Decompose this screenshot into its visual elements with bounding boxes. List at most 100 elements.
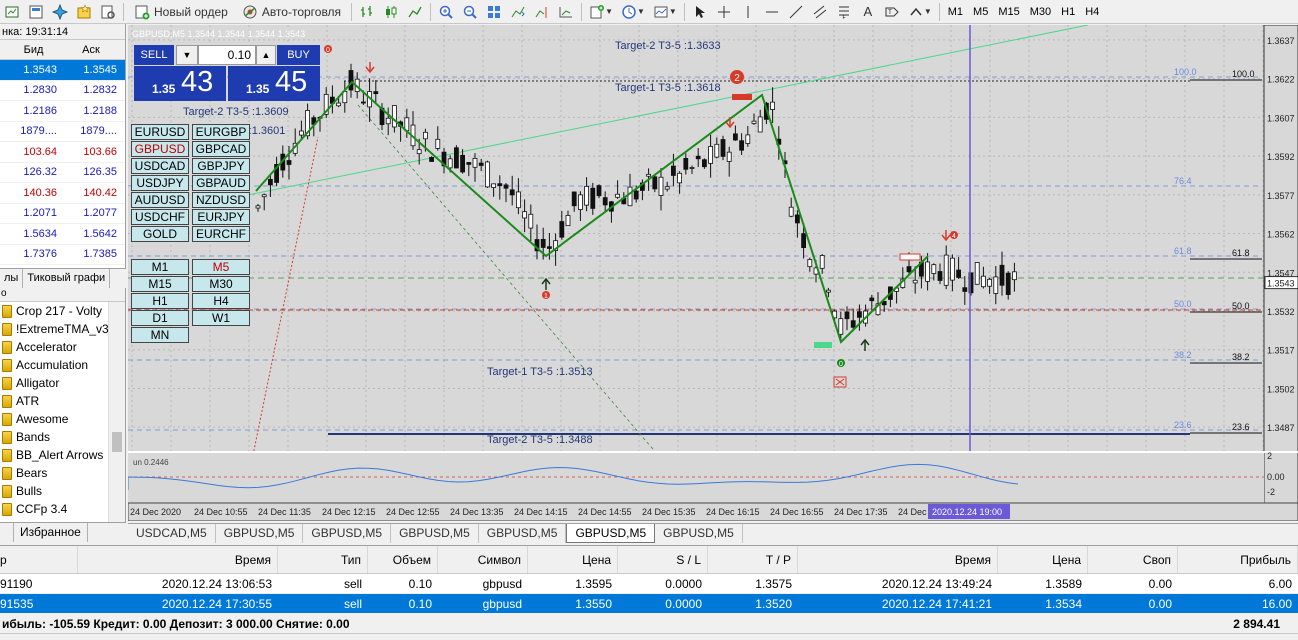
tester-icon[interactable] xyxy=(97,2,119,22)
channel-icon[interactable] xyxy=(809,2,831,22)
symbol-button-audusd[interactable]: AUDUSD xyxy=(131,192,189,208)
buy-button[interactable]: BUY xyxy=(277,45,320,65)
indicator-item[interactable]: !ExtremeTMA_v3 xyxy=(0,320,125,338)
symbol-button-gbpjpy[interactable]: GBPJPY xyxy=(192,158,250,174)
column-header[interactable]: Символ xyxy=(438,546,528,573)
timeframe-m1[interactable]: M1 xyxy=(943,2,968,22)
indicator-item[interactable]: CCFp 3.4 xyxy=(0,500,125,518)
tab-favorites[interactable]: Избранное xyxy=(14,523,88,542)
fibonacci-icon[interactable]: F xyxy=(833,2,855,22)
profiles-icon[interactable] xyxy=(25,2,47,22)
indicator-item[interactable]: Awesome xyxy=(0,410,125,428)
timeframe-button-m30[interactable]: M30 xyxy=(192,276,250,292)
timeframe-button-m15[interactable]: M15 xyxy=(131,276,189,292)
timeframe-m5[interactable]: M5 xyxy=(968,2,993,22)
chart-tab[interactable]: GBPUSD,M5 xyxy=(303,524,392,543)
timeframe-h4[interactable]: H4 xyxy=(1080,2,1104,22)
timeframe-button-h4[interactable]: H4 xyxy=(192,293,250,309)
symbol-button-usdjpy[interactable]: USDJPY xyxy=(131,175,189,191)
symbol-button-gbpaud[interactable]: GBPAUD xyxy=(192,175,250,191)
navigator-scrollbar[interactable] xyxy=(108,302,125,522)
new-order-button[interactable]: Новый ордер xyxy=(128,2,234,22)
timeframe-m15[interactable]: M15 xyxy=(993,2,1024,22)
market-watch-row[interactable]: 1.2830 1.2832 xyxy=(0,81,125,101)
auto-scroll-icon[interactable] xyxy=(507,2,529,22)
column-header[interactable]: р xyxy=(0,546,78,573)
zoom-out-icon[interactable] xyxy=(459,2,481,22)
column-header[interactable]: Объем xyxy=(368,546,438,573)
symbol-button-nzdusd[interactable]: NZDUSD xyxy=(192,192,250,208)
symbol-button-eurgbp[interactable]: EURGBP xyxy=(192,124,250,140)
buy-price-button[interactable]: 1.35 45 xyxy=(228,66,320,101)
lot-increase-button[interactable]: ▲ xyxy=(256,45,276,65)
periods-icon[interactable]: ▼ xyxy=(618,2,648,22)
symbol-button-eurchf[interactable]: EURCHF xyxy=(192,226,250,242)
lot-size-input[interactable]: 0.10 xyxy=(198,45,256,65)
timeframe-button-d1[interactable]: D1 xyxy=(131,310,189,326)
timeframe-button-mn[interactable]: MN xyxy=(131,327,189,343)
zoom-in-icon[interactable] xyxy=(435,2,457,22)
timeframe-button-h1[interactable]: H1 xyxy=(131,293,189,309)
symbol-button-eurusd[interactable]: EURUSD xyxy=(131,124,189,140)
symbol-button-eurjpy[interactable]: EURJPY xyxy=(192,209,250,225)
sell-price-button[interactable]: 1.35 43 xyxy=(134,66,226,101)
column-header[interactable]: Прибыль xyxy=(1178,546,1298,573)
chart-tab[interactable]: GBPUSD,M5 xyxy=(566,524,656,543)
indicators-icon[interactable]: ▼ xyxy=(586,2,616,22)
column-header[interactable]: Цена xyxy=(528,546,618,573)
column-header[interactable]: Своп xyxy=(1088,546,1178,573)
chart-tab[interactable]: GBPUSD,M5 xyxy=(391,524,479,543)
indicator-item[interactable]: Crop 217 - Volty xyxy=(0,302,125,320)
horizontal-line-icon[interactable] xyxy=(761,2,783,22)
favorites-icon[interactable] xyxy=(73,2,95,22)
candlestick-icon[interactable] xyxy=(380,2,402,22)
market-watch-row[interactable]: 1.5634 1.5642 xyxy=(0,224,125,245)
symbol-button-usdchf[interactable]: USDCHF xyxy=(131,209,189,225)
vertical-line-icon[interactable] xyxy=(737,2,759,22)
market-watch-row[interactable]: 140.36 140.42 xyxy=(0,183,125,204)
market-watch-row[interactable]: 126.32 126.35 xyxy=(0,163,125,183)
tile-windows-icon[interactable] xyxy=(483,2,505,22)
chart-tab[interactable]: GBPUSD,M5 xyxy=(216,524,304,543)
symbol-button-gbpusd[interactable]: GBPUSD xyxy=(131,141,189,157)
timeframe-m30[interactable]: M30 xyxy=(1025,2,1056,22)
market-watch-row[interactable]: 1.3543 1.3545 xyxy=(0,60,125,81)
symbol-button-gold[interactable]: GOLD xyxy=(131,226,189,242)
market-watch-row[interactable]: 103.64 103.66 xyxy=(0,142,125,163)
chart-tab[interactable]: GBPUSD,M5 xyxy=(479,524,567,543)
timeframe-h1[interactable]: H1 xyxy=(1056,2,1080,22)
market-watch-row[interactable]: 1.2071 1.2077 xyxy=(0,204,125,224)
crosshair-icon[interactable] xyxy=(713,2,735,22)
trendline-icon[interactable] xyxy=(785,2,807,22)
market-watch-row[interactable]: 1.2186 1.2188 xyxy=(0,101,125,122)
lot-decrease-button[interactable]: ▼ xyxy=(176,45,198,65)
line-chart-icon[interactable] xyxy=(404,2,426,22)
chart-tab[interactable]: USDCAD,M5 xyxy=(128,524,216,543)
tab-tick-chart[interactable]: Тиковый графи xyxy=(23,269,111,288)
timeframe-button-m1[interactable]: M1 xyxy=(131,259,189,275)
indicator-item[interactable]: BB_Alert Arrows xyxy=(0,446,125,464)
market-watch-row[interactable]: 1879.... 1879.... xyxy=(0,122,125,142)
scrollbar-thumb[interactable] xyxy=(112,432,122,452)
indicator-item[interactable]: Alligator xyxy=(0,374,125,392)
indicator-item[interactable]: Accumulation xyxy=(0,356,125,374)
column-header[interactable]: Время xyxy=(78,546,278,573)
chart-shift-icon[interactable] xyxy=(531,2,553,22)
order-row[interactable]: 91535 2020.12.24 17:30:55 sell 0.10 gbpusd 1.… xyxy=(0,594,1298,614)
column-header[interactable]: Цена xyxy=(998,546,1088,573)
column-header[interactable]: Тип xyxy=(278,546,368,573)
arrows-icon[interactable]: ▼ xyxy=(905,2,935,22)
column-header[interactable]: T / P xyxy=(708,546,798,573)
tab-general[interactable] xyxy=(0,523,14,542)
bid-column-header[interactable]: Бид xyxy=(6,40,61,59)
autotrading-button[interactable]: Авто-торговля xyxy=(236,2,347,22)
text-icon[interactable]: A xyxy=(857,2,879,22)
timeframe-button-m5[interactable]: M5 xyxy=(192,259,250,275)
timeframe-button-w1[interactable]: W1 xyxy=(192,310,250,326)
indicator-item[interactable]: ATR xyxy=(0,392,125,410)
market-watch-row[interactable]: 1.7376 1.7385 xyxy=(0,245,125,265)
navigator-icon[interactable] xyxy=(49,2,71,22)
indicator-item[interactable]: Bulls xyxy=(0,482,125,500)
ask-column-header[interactable]: Аск xyxy=(61,40,121,59)
chart-scroll-icon[interactable] xyxy=(555,2,577,22)
